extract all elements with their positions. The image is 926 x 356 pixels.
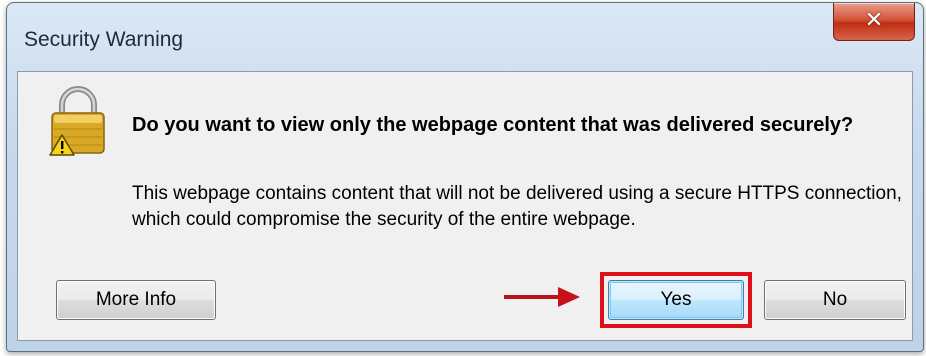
security-warning-dialog: Security Warning ✕ Do you want to view o… — [6, 2, 924, 352]
close-icon: ✕ — [864, 7, 884, 33]
dialog-title: Security Warning — [24, 28, 184, 51]
close-button[interactable]: ✕ — [833, 3, 915, 41]
arrow-right-icon — [504, 287, 580, 307]
more-info-button[interactable]: More Info — [56, 280, 216, 320]
lock-warning-icon — [49, 86, 105, 156]
dialog-message: This webpage contains content that will … — [132, 183, 902, 230]
no-button[interactable]: No — [764, 280, 906, 320]
title-bar[interactable]: Security Warning ✕ — [7, 3, 923, 73]
dialog-heading: Do you want to view only the webpage con… — [132, 114, 854, 136]
yes-button-highlight — [600, 272, 752, 328]
dialog-content: Do you want to view only the webpage con… — [17, 71, 913, 341]
